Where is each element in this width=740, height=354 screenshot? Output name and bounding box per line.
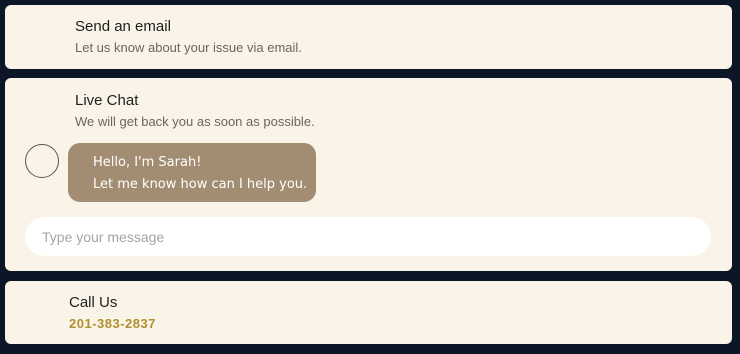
live-chat-card: Live Chat We will get back you as soon a… bbox=[5, 78, 732, 271]
live-chat-subtitle: We will get back you as soon as possible… bbox=[75, 114, 315, 129]
chat-message-line-2: Let me know how can I help you. bbox=[93, 177, 308, 192]
email-card[interactable]: Send an email Let us know about your iss… bbox=[5, 5, 732, 69]
phone-number-link[interactable]: 201-383-2837 bbox=[69, 316, 156, 331]
email-card-subtitle: Let us know about your issue via email. bbox=[75, 40, 302, 55]
call-us-card: Call Us 201-383-2837 bbox=[5, 281, 732, 344]
agent-avatar bbox=[25, 144, 59, 178]
live-chat-title: Live Chat bbox=[75, 92, 139, 109]
chat-message-line-1: Hello, I'm Sarah! bbox=[93, 155, 202, 170]
call-us-title: Call Us bbox=[69, 294, 118, 311]
message-input[interactable] bbox=[25, 217, 711, 256]
chat-message-bubble: Hello, I'm Sarah! Let me know how can I … bbox=[68, 143, 316, 202]
email-card-title: Send an email bbox=[75, 18, 171, 35]
support-options-page: Send an email Let us know about your iss… bbox=[0, 0, 740, 354]
